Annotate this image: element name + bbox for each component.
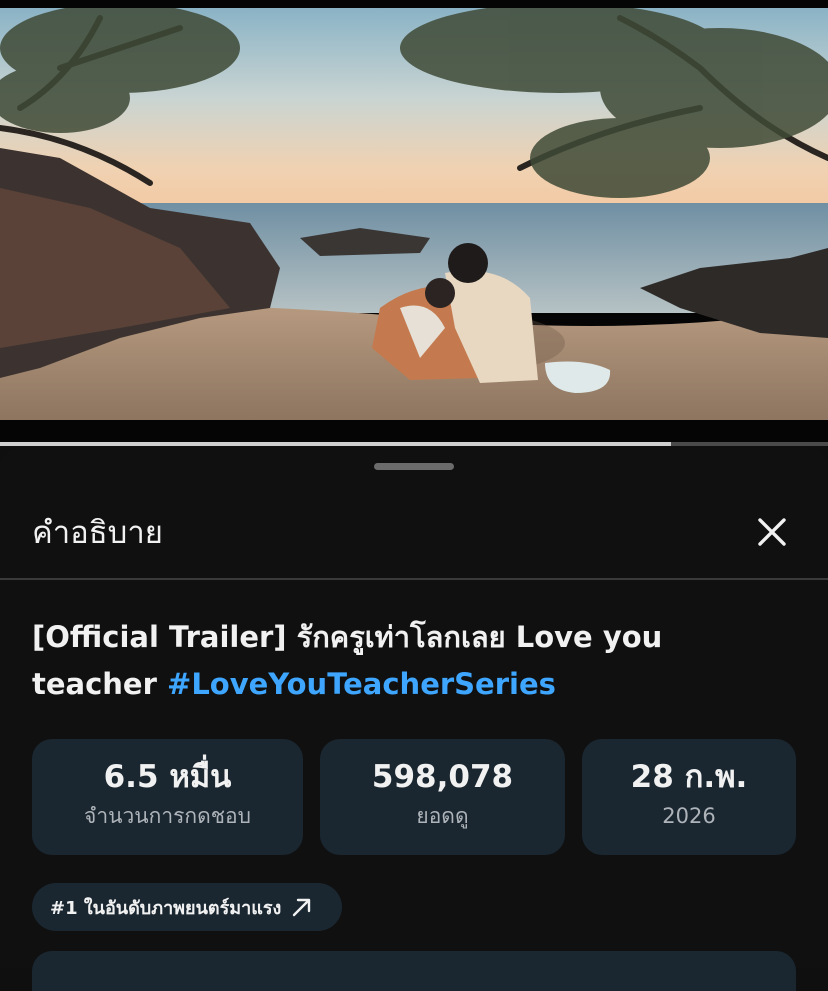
stat-likes-value: 6.5 หมื่น [103, 759, 232, 795]
trending-chip[interactable]: #1 ในอันดับภาพยนตร์มาแรง [32, 883, 342, 931]
stat-views: 598,078 ยอดดู [320, 739, 565, 855]
trending-chip-label: #1 ในอันดับภาพยนตร์มาแรง [50, 897, 282, 919]
stat-date-value: 28 ก.พ. [630, 759, 748, 795]
video-progress-fill [0, 442, 671, 446]
stat-likes: 6.5 หมื่น จำนวนการกดชอบ [32, 739, 303, 855]
header-divider [0, 578, 828, 580]
video-title: [Official Trailer] รักครูเท่าโลกเลย Love… [32, 614, 772, 708]
next-card [32, 951, 796, 991]
arrow-up-right-icon [291, 896, 313, 918]
description-sheet: คำอธิบาย [Official Trailer] รักครูเท่าโล… [0, 448, 828, 991]
video-player[interactable] [0, 0, 828, 445]
hashtag-link[interactable]: #LoveYouTeacherSeries [167, 667, 556, 701]
close-button[interactable] [752, 512, 792, 552]
stat-views-value: 598,078 [371, 759, 514, 795]
video-frame [0, 8, 828, 420]
stat-date: 28 ก.พ. 2026 [582, 739, 796, 855]
stat-likes-label: จำนวนการกดชอบ [84, 804, 251, 828]
drag-handle[interactable] [374, 463, 454, 470]
sheet-header: คำอธิบาย [0, 508, 828, 580]
sheet-title: คำอธิบาย [32, 515, 163, 551]
close-icon [758, 518, 786, 546]
stat-views-label: ยอดดู [416, 804, 469, 828]
stat-date-year: 2026 [662, 804, 716, 828]
video-progress-bar[interactable] [0, 442, 828, 446]
